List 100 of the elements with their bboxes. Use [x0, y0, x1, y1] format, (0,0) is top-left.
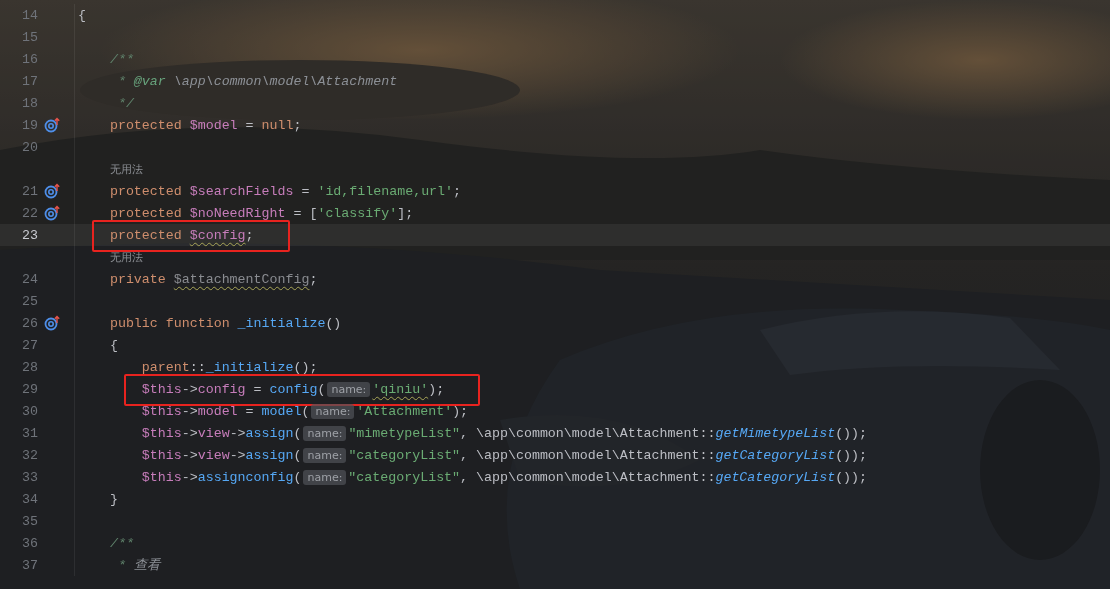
variable: $this [140, 447, 182, 463]
line-number: 34 [21, 491, 38, 507]
variable: $attachmentConfig [173, 271, 310, 287]
code-text: -> [229, 447, 246, 463]
code-text: -> [181, 447, 198, 463]
method-name: getCategoryList [715, 447, 836, 463]
code-text: { [78, 7, 86, 23]
variable: view [197, 447, 230, 463]
line-number: 32 [21, 447, 38, 463]
string-literal: "mimetypeList" [348, 425, 461, 441]
code-text: ( [293, 469, 302, 485]
code-text: , \app\common\model\Attachment:: [460, 447, 716, 463]
string-literal: "categoryList" [348, 447, 461, 463]
doc-comment: * [116, 558, 127, 573]
line-number: 27 [21, 337, 38, 353]
line-number: 17 [21, 73, 38, 89]
method-name: getMimetypeList [715, 425, 836, 441]
variable: $this [140, 425, 182, 441]
string-literal: 'classify' [317, 205, 398, 221]
code-text: ( [293, 447, 302, 463]
override-marker-icon[interactable] [44, 205, 60, 221]
line-number: 23 [21, 227, 38, 243]
variable: $this [140, 469, 182, 485]
keyword: private [108, 271, 167, 287]
line-number: 37 [21, 557, 38, 573]
code-text: :: [189, 359, 206, 375]
line-number: 19 [21, 117, 38, 133]
function-name: assignconfig [197, 469, 294, 485]
code-text: -> [181, 403, 198, 419]
doc-comment: 查看 [133, 558, 160, 573]
line-number: 28 [21, 359, 38, 375]
string-literal: "categoryList" [348, 469, 461, 485]
keyword: parent [140, 359, 190, 375]
line-number: 21 [21, 183, 38, 199]
code-text: ()); [835, 425, 868, 441]
method-name: getCategoryList [715, 469, 836, 485]
variable: $this [140, 403, 182, 419]
string-literal: 'qiniu' [372, 381, 429, 397]
code-text: { [108, 337, 118, 353]
code-text: = [252, 381, 263, 397]
line-number: 22 [21, 205, 38, 221]
code-text: = [300, 183, 311, 199]
keyword: protected [108, 205, 183, 221]
keyword: protected [108, 227, 183, 243]
code-text: ( [301, 403, 310, 419]
variable: $model [189, 117, 238, 133]
line-number: 20 [21, 139, 38, 155]
variable: $this [140, 381, 182, 397]
line-number: 24 [21, 271, 38, 287]
string-literal: 'id,filename,url' [317, 183, 454, 199]
function-name: model [261, 403, 302, 419]
keyword: null [261, 117, 294, 133]
override-marker-icon[interactable] [44, 315, 60, 331]
keyword: protected [108, 183, 183, 199]
code-text: ( [293, 425, 302, 441]
code-text: ()); [835, 447, 868, 463]
line-number: 15 [21, 29, 38, 45]
variable: $noNeedRight [189, 205, 286, 221]
line-number: 14 [21, 7, 38, 23]
override-marker-icon[interactable] [44, 183, 60, 199]
code-text: = [ [292, 205, 318, 221]
string-literal: 'Attachment' [356, 403, 453, 419]
line-number: 33 [21, 469, 38, 485]
line-number: 16 [21, 51, 38, 67]
variable: $config [189, 227, 246, 243]
code-text: = [244, 403, 255, 419]
code-text: ; [245, 227, 254, 243]
line-number: 36 [21, 535, 38, 551]
function-name: assign [245, 425, 294, 441]
function-name: config [269, 381, 318, 397]
line-number: 30 [21, 403, 38, 419]
override-marker-icon[interactable] [44, 117, 60, 133]
variable: config [197, 381, 246, 397]
usage-hint[interactable]: 无用法 [110, 250, 143, 264]
code-text: (); [293, 359, 318, 375]
code-text: ; [453, 183, 462, 199]
code-text: -> [181, 425, 198, 441]
code-text: , \app\common\model\Attachment:: [460, 469, 716, 485]
code-text: ); [452, 403, 469, 419]
doc-tag: @var [133, 73, 166, 89]
doc-comment: */ [116, 95, 134, 111]
code-text: ()); [835, 469, 868, 485]
variable: view [197, 425, 230, 441]
line-number: 31 [21, 425, 38, 441]
usage-hint[interactable]: 无用法 [110, 162, 143, 176]
doc-comment: \app\common\model\Attachment [172, 73, 398, 89]
line-number: 25 [21, 293, 38, 309]
doc-comment: /** [108, 51, 134, 67]
keyword: public function [108, 315, 231, 331]
doc-comment: /** [108, 535, 134, 551]
function-name: _initialize [237, 315, 326, 331]
code-text: -> [181, 381, 198, 397]
code-text: -> [181, 469, 198, 485]
code-text: () [325, 315, 342, 331]
line-number: 26 [21, 315, 38, 331]
line-number: 35 [21, 513, 38, 529]
variable: $searchFields [189, 183, 294, 199]
line-number: 29 [21, 381, 38, 397]
code-text: -> [229, 425, 246, 441]
keyword: protected [108, 117, 183, 133]
